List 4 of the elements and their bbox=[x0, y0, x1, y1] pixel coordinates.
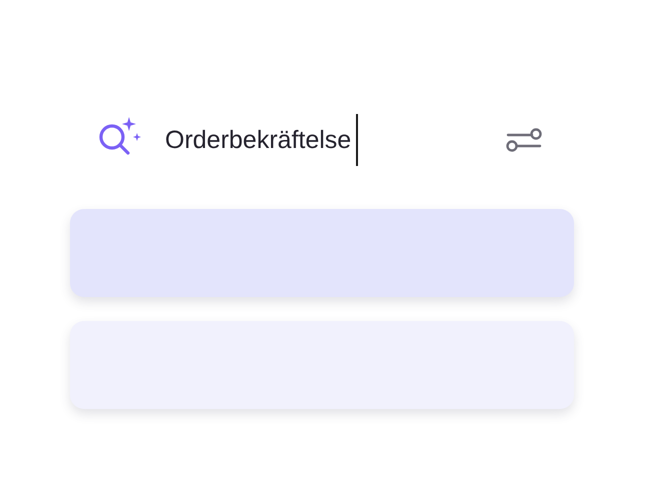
search-field[interactable]: Orderbekräftelse bbox=[95, 112, 506, 168]
search-text: Orderbekräftelse bbox=[165, 126, 352, 154]
filter-icon[interactable] bbox=[506, 126, 542, 154]
result-card[interactable] bbox=[70, 209, 574, 297]
